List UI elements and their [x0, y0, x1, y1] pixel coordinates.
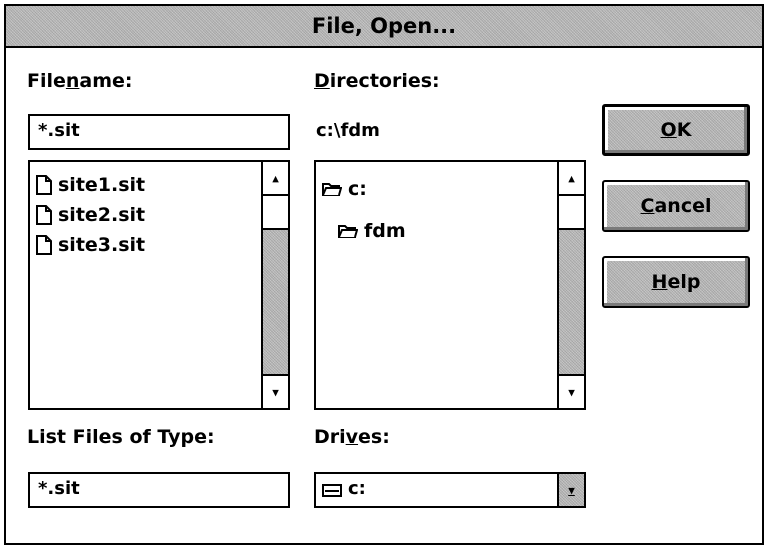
open-folder-icon [338, 225, 358, 238]
document-icon [36, 175, 52, 195]
drives-dropdown-button[interactable]: ▼ [557, 474, 584, 506]
chevron-down-icon: ▼ [568, 483, 575, 497]
directory-item[interactable]: c: [322, 176, 367, 202]
file-name: site3.sit [58, 234, 146, 256]
cancel-button[interactable]: Cancel [602, 180, 750, 232]
filename-input[interactable]: *.sit [28, 114, 290, 150]
file-list[interactable]: site1.sit site2.sit site3.sit ▲ ▼ [28, 160, 290, 410]
down-arrow-icon: ▼ [272, 385, 279, 399]
drive-icon [322, 482, 342, 502]
scroll-up-button[interactable]: ▲ [559, 162, 584, 196]
drive-value: c: [348, 478, 366, 499]
open-folder-icon [322, 183, 342, 196]
scroll-thumb[interactable] [559, 196, 584, 230]
ok-button[interactable]: OK [602, 104, 750, 156]
file-name: site2.sit [58, 204, 146, 226]
scroll-down-button[interactable]: ▼ [263, 374, 288, 408]
scroll-up-button[interactable]: ▲ [263, 162, 288, 196]
scroll-thumb[interactable] [263, 196, 288, 230]
directory-list[interactable]: c: fdm ▲ ▼ [314, 160, 586, 410]
directory-item[interactable]: fdm [338, 218, 406, 244]
file-list-item[interactable]: site1.sit [36, 172, 145, 198]
up-arrow-icon: ▲ [568, 171, 575, 185]
file-type-label: List Files of Type: [27, 426, 215, 448]
file-type-value: *.sit [38, 478, 80, 499]
directory-name: fdm [364, 220, 406, 242]
file-list-scrollbar[interactable]: ▲ ▼ [261, 162, 288, 408]
filename-label: Filename: [27, 70, 133, 92]
current-directory-path: c:\fdm [316, 120, 380, 141]
drives-select[interactable]: c: ▼ [314, 472, 586, 508]
directory-name: c: [348, 178, 367, 200]
file-list-item[interactable]: site3.sit [36, 232, 145, 258]
up-arrow-icon: ▲ [272, 171, 279, 185]
file-name: site1.sit [58, 174, 146, 196]
file-open-dialog: File, Open... Filename: *.sit site1.sit … [4, 4, 764, 545]
scroll-down-button[interactable]: ▼ [559, 374, 584, 408]
down-arrow-icon: ▼ [568, 385, 575, 399]
filename-input-value: *.sit [38, 120, 80, 141]
dialog-title: File, Open... [311, 14, 457, 38]
drives-label: Drives: [314, 426, 390, 448]
help-button[interactable]: Help [602, 256, 750, 308]
directories-label: Directories: [314, 70, 440, 92]
document-icon [36, 235, 52, 255]
document-icon [36, 205, 52, 225]
file-list-item[interactable]: site2.sit [36, 202, 145, 228]
directory-list-scrollbar[interactable]: ▲ ▼ [557, 162, 584, 408]
file-type-select[interactable]: *.sit [28, 472, 290, 508]
title-bar[interactable]: File, Open... [6, 6, 762, 48]
